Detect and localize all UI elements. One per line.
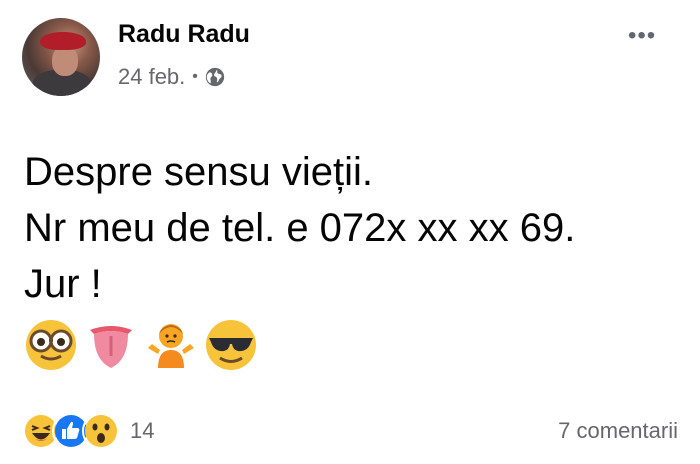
comments-link[interactable]: 7 comentarii — [558, 418, 678, 444]
post-text: Despre sensu vieții. Nr meu de tel. e 072… — [24, 144, 575, 312]
author-name[interactable]: Radu Radu — [118, 20, 250, 49]
reactions-summary[interactable]: 14 — [22, 412, 154, 450]
emoji-row — [24, 318, 258, 377]
wow-reaction-icon — [82, 412, 120, 450]
post-text-line: Nr meu de tel. e 072x xx xx 69. — [24, 206, 576, 250]
post-date[interactable]: 24 feb. — [118, 64, 185, 90]
tongue-emoji — [84, 318, 138, 377]
post-meta: 24 feb. • — [118, 64, 226, 90]
avatar[interactable] — [22, 18, 100, 96]
avatar-face-shape — [52, 46, 78, 76]
meta-separator: • — [192, 68, 198, 85]
avatar-hat-shape — [40, 32, 86, 50]
person-shrugging-emoji — [144, 318, 198, 377]
post-footer: 14 7 comentarii — [22, 412, 678, 450]
post-text-line: Jur ! — [24, 262, 102, 306]
globe-icon — [204, 66, 226, 88]
post-text-line: Despre sensu vieții. — [24, 150, 374, 194]
nerd-glasses-face-emoji — [24, 318, 78, 377]
more-options-icon[interactable]: ••• — [628, 22, 656, 50]
reaction-count[interactable]: 14 — [130, 418, 154, 444]
smiling-face-sunglasses-emoji — [204, 318, 258, 377]
